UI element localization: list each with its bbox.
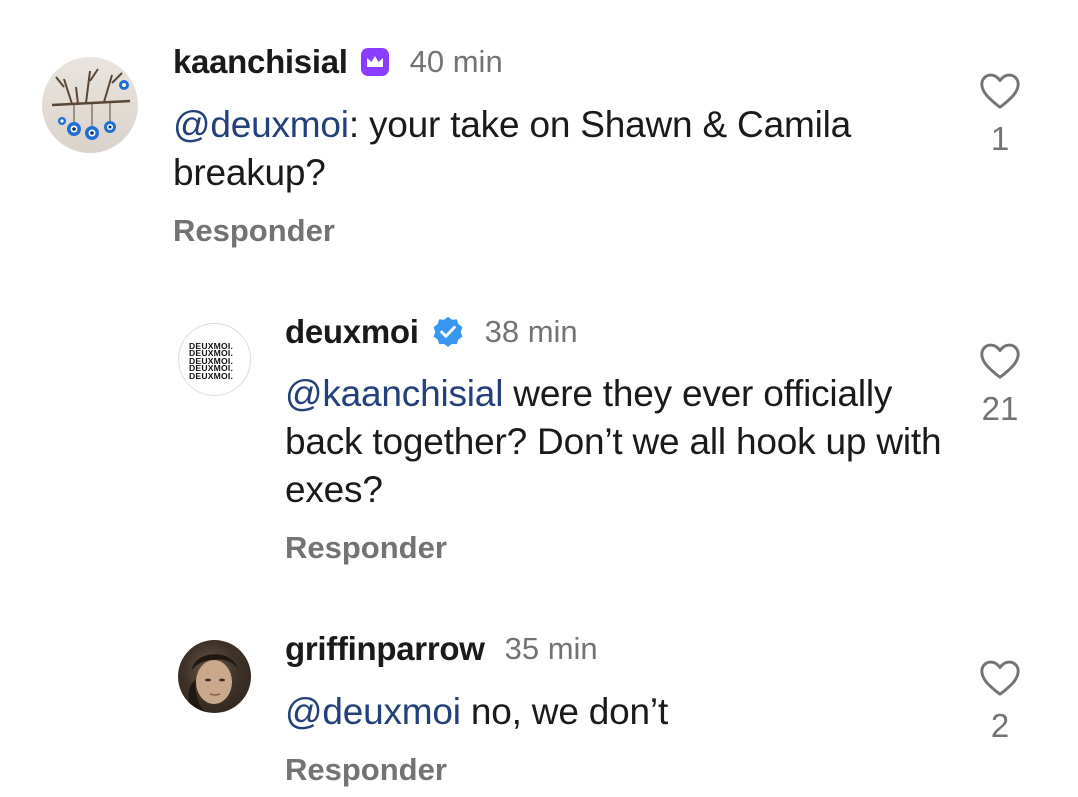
avatar-image <box>51 68 131 140</box>
avatar-griffinparrow[interactable] <box>178 640 251 713</box>
like-button[interactable]: 2 <box>970 657 1030 745</box>
username[interactable]: griffinparrow <box>285 630 485 668</box>
reply-button[interactable]: Responder <box>173 213 335 249</box>
like-button[interactable]: 21 <box>970 340 1030 428</box>
comment-text: @deuxmoi: your take on Shawn & Camila br… <box>173 101 933 197</box>
like-count: 1 <box>990 120 1010 157</box>
heart-icon <box>980 73 1020 109</box>
mention-link[interactable]: @kaanchisial <box>285 373 503 414</box>
avatar-kaanchisial[interactable] <box>42 57 138 153</box>
comment-header: deuxmoi 38 min <box>285 310 578 354</box>
reply-button[interactable]: Responder <box>285 530 447 566</box>
deuxmoi-logo: DEUXMOI. DEUXMOI. DEUXMOI. DEUXMOI. DEUX… <box>189 341 244 381</box>
username[interactable]: kaanchisial <box>173 43 348 81</box>
comment-text: @deuxmoi no, we don’t <box>285 688 945 736</box>
crown-badge-icon <box>360 47 390 77</box>
like-button[interactable]: 1 <box>970 70 1030 158</box>
timestamp: 35 min <box>504 631 598 666</box>
comment-header: griffinparrow 35 min <box>285 627 598 671</box>
heart-icon <box>980 660 1020 696</box>
avatar-image <box>188 654 238 713</box>
comment-body: no, we don’t <box>460 691 669 732</box>
comment-text: @kaanchisial were they ever officially b… <box>285 370 945 514</box>
verified-badge-icon <box>431 315 465 349</box>
timestamp: 38 min <box>484 314 578 349</box>
logo-line: DEUXMOI. <box>189 370 234 381</box>
avatar-deuxmoi[interactable]: DEUXMOI. DEUXMOI. DEUXMOI. DEUXMOI. DEUX… <box>178 323 251 396</box>
username[interactable]: deuxmoi <box>285 313 419 351</box>
like-count: 21 <box>981 390 1019 427</box>
like-count: 2 <box>990 707 1010 744</box>
reply-button[interactable]: Responder <box>285 752 447 788</box>
mention-link[interactable]: @deuxmoi <box>285 691 461 732</box>
mention-link[interactable]: @deuxmoi <box>173 104 349 145</box>
timestamp: 40 min <box>409 44 503 79</box>
comment-header: kaanchisial 40 min <box>173 40 503 84</box>
heart-icon <box>980 343 1020 379</box>
